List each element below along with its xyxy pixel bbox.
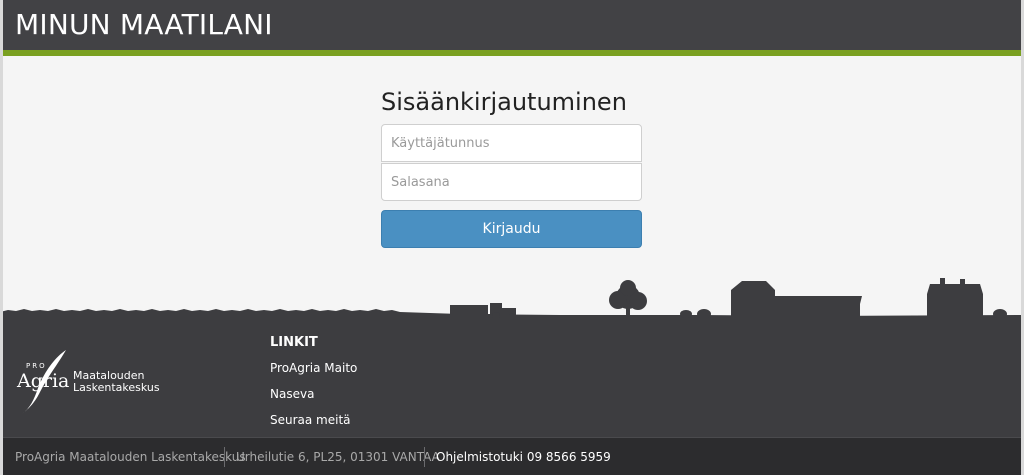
farm-silhouette <box>0 278 1024 320</box>
footer-bottom-bar: ProAgria Maatalouden Laskentakeskus Urhe… <box>0 437 1024 475</box>
proagria-logo: PRO Agria Maatalouden Laskentakeskus <box>14 348 164 418</box>
footer-address: Urheilutie 6, PL25, 01301 VANTAA <box>236 450 440 464</box>
footer-divider <box>424 447 425 467</box>
login-button[interactable]: Kirjaudu <box>381 210 642 248</box>
app-title: MINUN MAATILANI <box>15 8 273 41</box>
footer-support-phone: Ohjelmistotuki 09 8566 5959 <box>436 450 611 464</box>
link-naseva[interactable]: Naseva <box>270 387 314 401</box>
login-title: Sisäänkirjautuminen <box>381 88 627 116</box>
username-input[interactable] <box>381 124 642 162</box>
logo-org-name: Maatalouden Laskentakeskus <box>73 370 160 394</box>
links-heading: LINKIT <box>270 335 318 350</box>
link-proagria-maito[interactable]: ProAgria Maito <box>270 361 357 375</box>
logo-org-line2: Laskentakeskus <box>73 381 160 394</box>
logo-agria-text: Agria <box>17 370 70 392</box>
password-input[interactable] <box>381 163 642 201</box>
footer-company: ProAgria Maatalouden Laskentakeskus <box>15 450 246 464</box>
link-seuraa-meita[interactable]: Seuraa meitä <box>270 413 351 427</box>
logo-pro-text: PRO <box>26 362 47 370</box>
app-header: MINUN MAATILANI <box>0 0 1024 50</box>
footer-divider <box>224 447 225 467</box>
